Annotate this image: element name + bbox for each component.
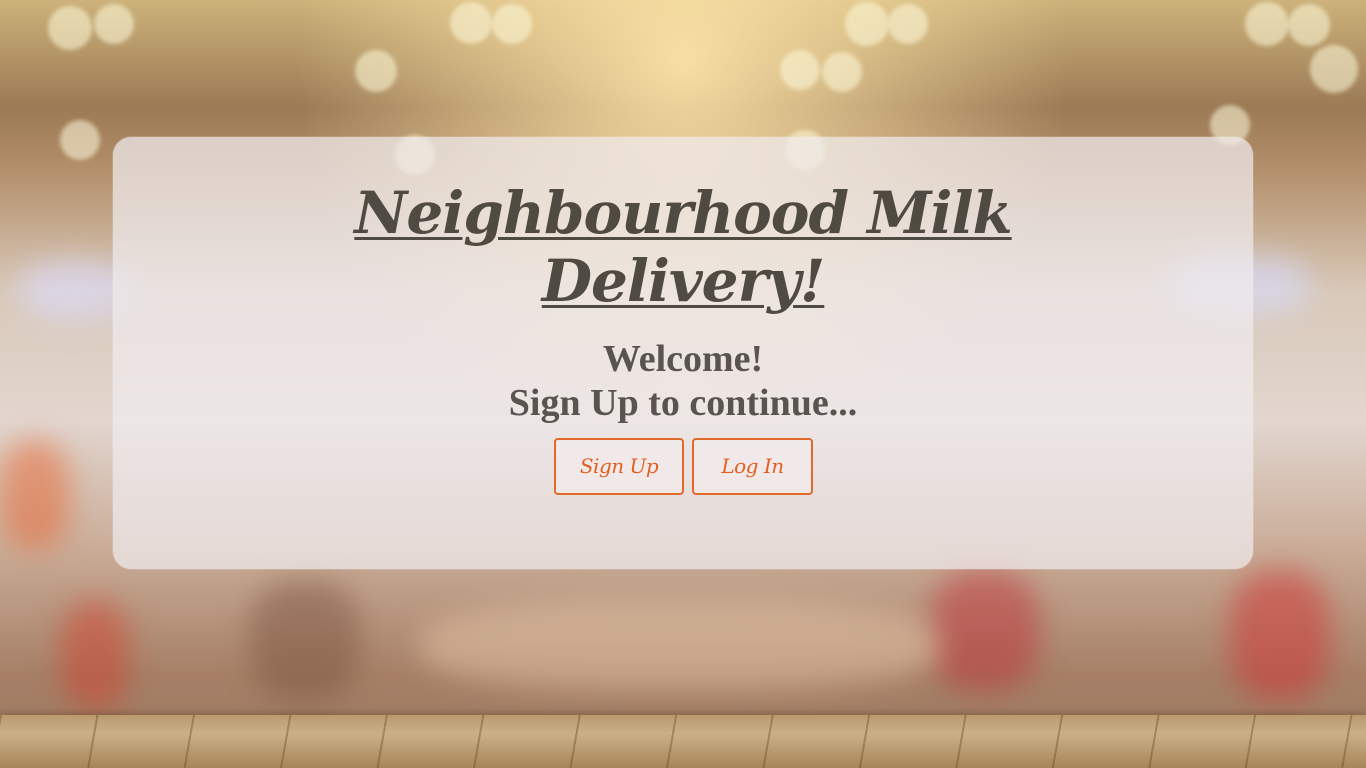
wooden-table-top [0, 715, 1366, 768]
signup-prompt: Sign Up to continue... [508, 382, 858, 424]
app-title: Neighbourhood Milk Delivery! [113, 179, 1253, 315]
app-title-line2: Delivery! [541, 247, 826, 315]
welcome-card: Neighbourhood Milk Delivery! Welcome! Si… [113, 137, 1253, 569]
app-title-line1: Neighbourhood Milk [354, 179, 1012, 247]
sign-up-button[interactable]: Sign Up [554, 438, 684, 495]
welcome-message: Welcome! Sign Up to continue... [113, 337, 1253, 425]
welcome-heading: Welcome! [602, 338, 764, 380]
log-in-button[interactable]: Log In [692, 438, 813, 495]
